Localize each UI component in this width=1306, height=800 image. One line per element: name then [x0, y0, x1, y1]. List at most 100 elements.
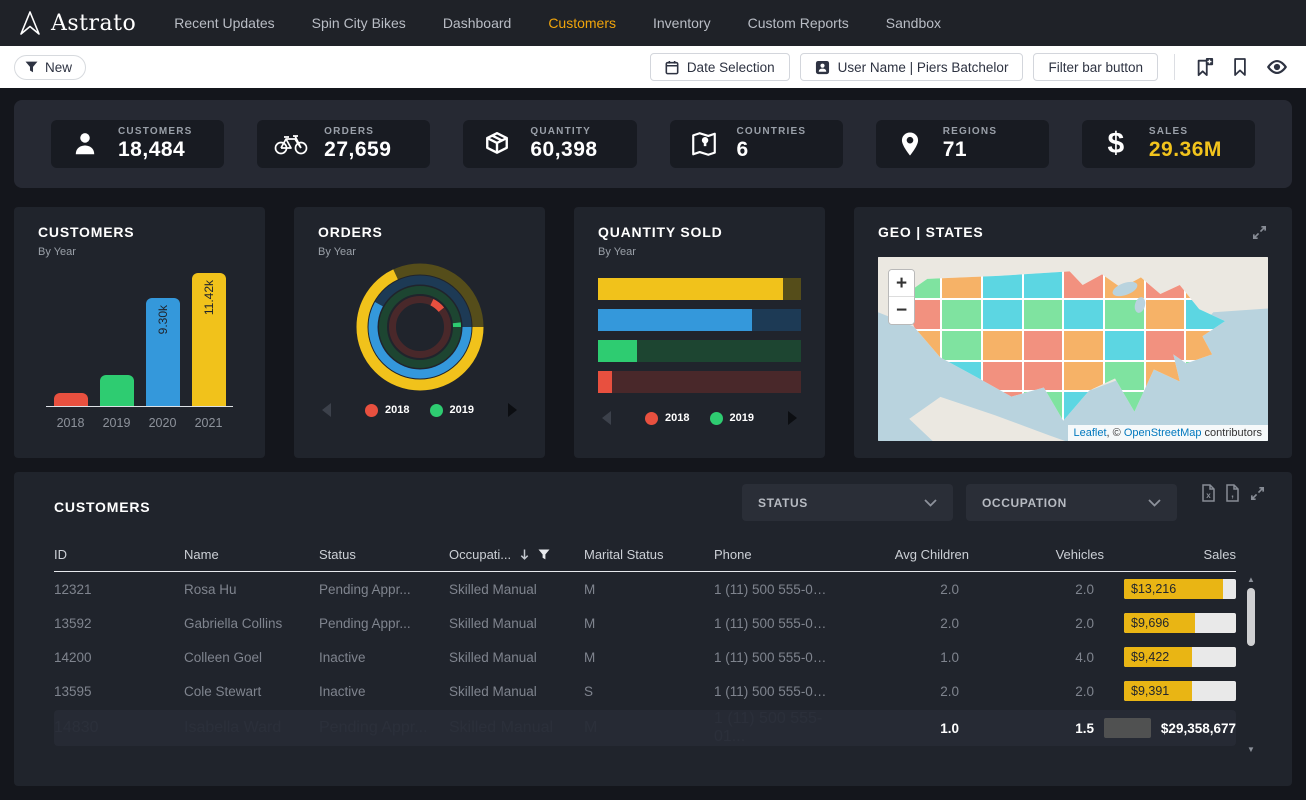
x-tick-label: 2018 [54, 416, 88, 430]
nav-item-custom-reports[interactable]: Custom Reports [748, 15, 849, 31]
table-header-bar: CUSTOMERS STATUS OCCUPATION [14, 472, 1292, 521]
legend-item-2019[interactable]: 2019 [430, 404, 474, 417]
nav-item-sandbox[interactable]: Sandbox [886, 15, 941, 31]
zoom-out-button[interactable]: − [889, 297, 914, 324]
state-shape[interactable] [983, 331, 1022, 360]
hbar-2021[interactable] [598, 278, 801, 300]
panel-title: QUANTITY SOLD [598, 224, 801, 240]
hbar-2020[interactable] [598, 309, 801, 331]
dashboard-content: CUSTOMERS18,484 ORDERS27,659 QUANTITY60,39… [0, 88, 1306, 800]
legend-next-icon[interactable] [788, 411, 797, 425]
state-shape[interactable] [1064, 362, 1103, 391]
scroll-up-icon[interactable]: ▲ [1246, 576, 1256, 584]
nav-item-recent-updates[interactable]: Recent Updates [174, 15, 274, 31]
nav-item-inventory[interactable]: Inventory [653, 15, 711, 31]
column-header-occupati[interactable]: Occupati... [449, 547, 584, 562]
status-dropdown[interactable]: STATUS [742, 484, 953, 521]
legend-next-icon[interactable] [508, 403, 517, 417]
x-axis-labels: 2018201920202021 [38, 416, 241, 430]
scrollbar-thumb[interactable] [1247, 588, 1255, 646]
legend-label: 2019 [730, 412, 754, 424]
state-shape[interactable] [1024, 331, 1063, 360]
legend-prev-icon[interactable] [602, 411, 611, 425]
state-shape[interactable] [1146, 331, 1185, 360]
table-row[interactable]: 12321Rosa HuPending Appr...Skilled Manua… [54, 572, 1236, 606]
nav-item-dashboard[interactable]: Dashboard [443, 15, 512, 31]
bar-2019[interactable] [100, 375, 134, 406]
column-header-avg-children[interactable]: Avg Children [839, 547, 969, 562]
legend-prev-icon[interactable] [322, 403, 331, 417]
state-shape[interactable] [1024, 300, 1063, 329]
state-shape[interactable] [1064, 331, 1103, 360]
osm-link[interactable]: OpenStreetMap [1124, 427, 1202, 439]
sales-bar: $9,391 [1124, 681, 1236, 701]
leaflet-map[interactable]: + − Leaflet, © OpenStreetMap contributor… [878, 257, 1268, 441]
legend-item-2019[interactable]: 2019 [710, 412, 754, 425]
table-row[interactable]: 13592Gabriella CollinsPending Appr...Ski… [54, 606, 1236, 640]
bookmark-button[interactable] [1228, 57, 1252, 77]
leaflet-link[interactable]: Leaflet [1074, 427, 1107, 439]
bar-2020[interactable]: 9.30k [146, 298, 180, 406]
state-shape[interactable] [1105, 331, 1144, 360]
table-row[interactable]: 14200Colleen GoelInactiveSkilled ManualM… [54, 640, 1236, 674]
sort-down-icon[interactable] [519, 548, 530, 561]
new-filter-button[interactable]: New [14, 55, 86, 80]
bar-2021[interactable]: 11.42k [192, 273, 226, 406]
sales-bar: $9,696 [1124, 613, 1236, 633]
state-shape[interactable] [1064, 300, 1103, 329]
column-header-id[interactable]: ID [54, 547, 184, 562]
column-header-status[interactable]: Status [319, 547, 449, 562]
cell-name: Colleen Goel [184, 650, 319, 665]
column-header-vehicles[interactable]: Vehicles [969, 547, 1104, 562]
toolbar-button-filter-bar-button[interactable]: Filter bar button [1033, 53, 1158, 81]
state-shape[interactable] [1024, 270, 1063, 299]
state-shape[interactable] [942, 331, 981, 360]
kpi-card-orders[interactable]: ORDERS27,659 [257, 120, 430, 168]
toolbar-button-label: Filter bar button [1048, 60, 1143, 75]
bar-2018[interactable] [54, 393, 88, 406]
table-row[interactable]: 13595Cole StewartInactiveSkilled ManualS… [54, 674, 1236, 708]
toolbar-button-date-selection[interactable]: Date Selection [650, 53, 790, 81]
brand[interactable]: Astrato [18, 10, 136, 36]
zoom-in-button[interactable]: + [889, 270, 914, 297]
expand-icon[interactable] [1249, 484, 1266, 505]
cell-phone: 1 (11) 500 555-01... [714, 650, 839, 665]
cell-marital: M [584, 582, 714, 597]
eye-button[interactable] [1262, 59, 1292, 75]
scroll-down-icon[interactable]: ▼ [1246, 746, 1256, 754]
kpi-card-countries[interactable]: COUNTRIES6 [670, 120, 843, 168]
column-header-sales[interactable]: Sales [1104, 547, 1236, 562]
hbar-2018[interactable] [598, 371, 801, 393]
bookmark-add-button[interactable] [1191, 57, 1218, 77]
nav-item-customers[interactable]: Customers [548, 15, 616, 31]
kpi-card-quantity[interactable]: QUANTITY60,398 [463, 120, 636, 168]
state-shape[interactable] [983, 300, 1022, 329]
export-csv-icon[interactable]: , [1225, 484, 1240, 505]
occupation-dropdown[interactable]: OCCUPATION [966, 484, 1177, 521]
column-filter-icon[interactable] [538, 549, 550, 560]
state-shape[interactable] [1146, 300, 1185, 329]
x-tick-label: 2019 [100, 416, 134, 430]
kpi-card-regions[interactable]: REGIONS71 [876, 120, 1049, 168]
hbar-2019[interactable] [598, 340, 801, 362]
state-shape[interactable] [942, 300, 981, 329]
state-shape[interactable] [1024, 362, 1063, 391]
kpi-label: REGIONS [943, 126, 998, 137]
kpi-card-sales[interactable]: $SALES29.36M [1082, 120, 1255, 168]
toolbar-divider [1174, 54, 1175, 80]
cell-occupation: Skilled Manual [449, 616, 584, 631]
cell-marital: M [584, 616, 714, 631]
panel-title: ORDERS [318, 224, 521, 240]
nav-item-spin-city-bikes[interactable]: Spin City Bikes [312, 15, 406, 31]
toolbar-button-user-name-piers-batchelor[interactable]: User Name | Piers Batchelor [800, 53, 1024, 81]
column-header-marital-status[interactable]: Marital Status [584, 547, 714, 562]
legend-item-2018[interactable]: 2018 [365, 404, 409, 417]
export-excel-icon[interactable]: x [1201, 484, 1216, 505]
legend-item-2018[interactable]: 2018 [645, 412, 689, 425]
column-header-name[interactable]: Name [184, 547, 319, 562]
column-header-phone[interactable]: Phone [714, 547, 839, 562]
expand-icon[interactable] [1251, 224, 1268, 244]
cell-name: Gabriella Collins [184, 616, 319, 631]
kpi-card-customers[interactable]: CUSTOMERS18,484 [51, 120, 224, 168]
table-scrollbar[interactable]: ▲ ▼ [1246, 576, 1256, 754]
